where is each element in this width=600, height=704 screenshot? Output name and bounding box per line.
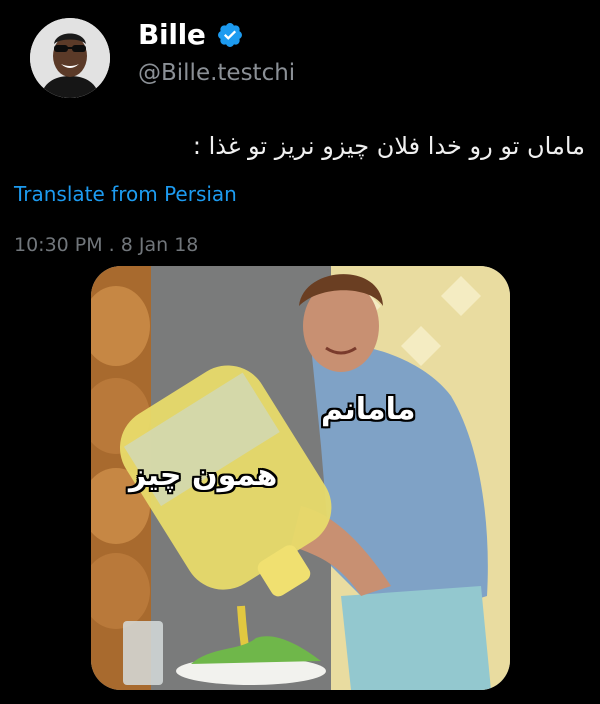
display-name-text[interactable]: Bille xyxy=(138,18,206,51)
tweet-text: ماماں تو رو خدا فلان چیزو نریز تو غذا : xyxy=(192,132,585,160)
translate-link[interactable]: Translate from Persian xyxy=(14,182,237,206)
author-handle[interactable]: @Bille.testchi xyxy=(138,60,295,86)
tweet-media-image[interactable]: مامانم همون چیز xyxy=(91,266,510,690)
avatar[interactable] xyxy=(30,18,110,98)
avatar-image xyxy=(30,18,110,98)
author-display-name[interactable]: Bille xyxy=(138,18,244,51)
meme-label-stuff: همون چیز xyxy=(129,458,278,493)
meme-label-mom: مامانم xyxy=(321,392,416,427)
verified-badge-icon xyxy=(216,21,244,49)
tweet-timestamp[interactable]: 10:30 PM . 8 Jan 18 xyxy=(14,234,198,256)
